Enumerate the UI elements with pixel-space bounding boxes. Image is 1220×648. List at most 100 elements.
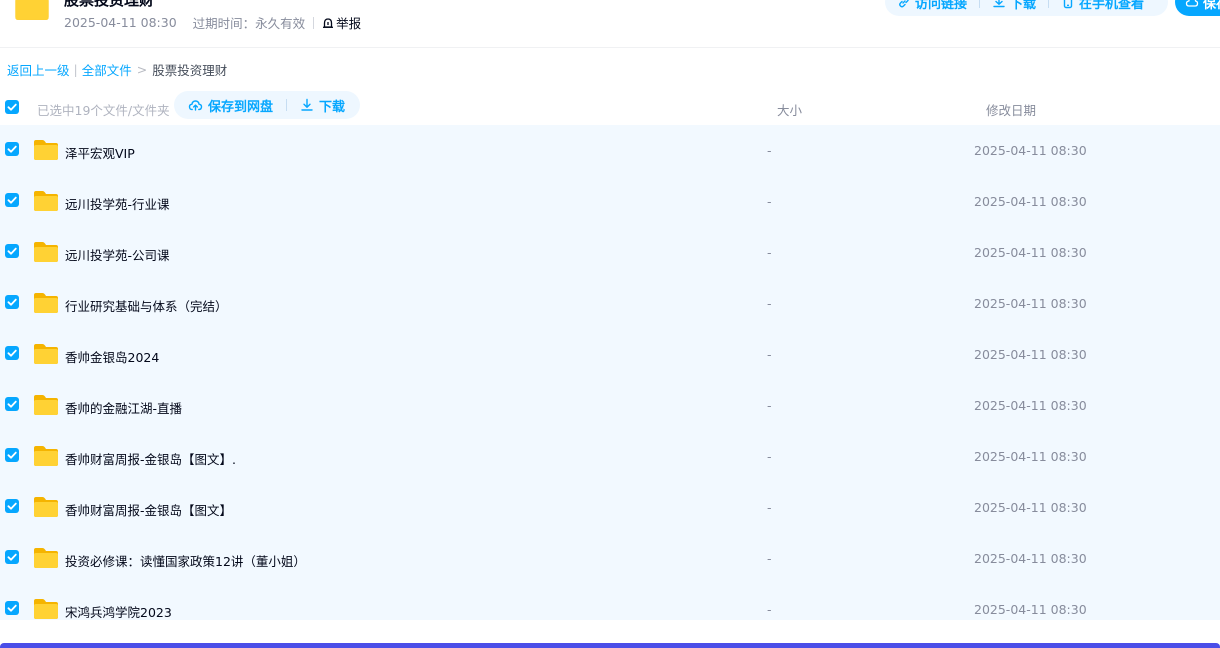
size-column-header[interactable]: 大小 bbox=[777, 100, 802, 119]
row-checkbox[interactable] bbox=[5, 295, 19, 309]
file-row[interactable]: 远川投学苑-公司课 - 2025-04-11 08:30 bbox=[0, 227, 1220, 278]
folder-icon bbox=[33, 241, 59, 263]
file-row[interactable]: 泽平宏观VIP - 2025-04-11 08:30 bbox=[0, 125, 1220, 176]
row-checkbox[interactable] bbox=[5, 448, 19, 462]
chevron-right-icon: > bbox=[136, 62, 148, 77]
cloud-save-icon bbox=[1185, 0, 1199, 7]
folder-icon bbox=[33, 394, 59, 416]
download-icon bbox=[993, 0, 1005, 8]
folder-icon bbox=[33, 190, 59, 212]
file-name[interactable]: 宋鸿兵鸿学院2023 bbox=[65, 602, 172, 620]
row-checkbox[interactable] bbox=[5, 499, 19, 513]
file-date: 2025-04-11 08:30 bbox=[974, 602, 1087, 617]
file-date: 2025-04-11 08:30 bbox=[974, 500, 1087, 515]
file-list: 泽平宏观VIP - 2025-04-11 08:30 远川投学苑-行业课 - 2… bbox=[0, 125, 1220, 620]
save-to-netdisk-label: 保存到网盘 bbox=[208, 99, 274, 115]
divider bbox=[979, 0, 981, 8]
phone-icon bbox=[1063, 0, 1073, 9]
breadcrumb: 返回上一级 | 全部文件 > 股票投资理财 bbox=[7, 60, 227, 79]
divider bbox=[286, 99, 288, 111]
view-on-phone-label: 在手机查看 bbox=[1079, 0, 1145, 12]
file-size: - bbox=[767, 347, 772, 362]
date-column-header[interactable]: 修改日期 bbox=[986, 100, 1036, 119]
check-icon bbox=[5, 550, 19, 564]
file-size: - bbox=[767, 194, 772, 209]
folder-icon bbox=[14, 0, 50, 22]
file-date: 2025-04-11 08:30 bbox=[974, 449, 1087, 464]
row-checkbox[interactable] bbox=[5, 346, 19, 360]
file-row[interactable]: 行业研究基础与体系（完结） - 2025-04-11 08:30 bbox=[0, 278, 1220, 329]
select-all-checkbox[interactable] bbox=[5, 100, 19, 114]
file-row[interactable]: 香帅财富周报-金银岛【图文】. - 2025-04-11 08:30 bbox=[0, 431, 1220, 482]
file-size: - bbox=[767, 245, 772, 260]
file-name[interactable]: 香帅财富周报-金银岛【图文】 bbox=[65, 500, 232, 519]
folder-icon bbox=[33, 343, 59, 365]
visit-link-button[interactable]: 访问链接 bbox=[897, 0, 967, 12]
row-checkbox[interactable] bbox=[5, 244, 19, 258]
file-name[interactable]: 香帅金银岛2024 bbox=[65, 347, 159, 366]
file-row[interactable]: 投资必修课：读懂国家政策12讲（董小姐） - 2025-04-11 08:30 bbox=[0, 533, 1220, 584]
share-actions: 访问链接 下载 在手机查看 bbox=[885, 0, 1168, 16]
view-on-phone-button[interactable]: 在手机查看 bbox=[1061, 0, 1144, 12]
check-icon bbox=[5, 499, 19, 513]
batch-download-label: 下载 bbox=[319, 99, 346, 115]
folder-icon bbox=[33, 547, 59, 569]
divider: | bbox=[73, 62, 78, 77]
file-size: - bbox=[767, 296, 772, 311]
file-row[interactable]: 远川投学苑-行业课 - 2025-04-11 08:30 bbox=[0, 176, 1220, 227]
row-checkbox[interactable] bbox=[5, 397, 19, 411]
file-name[interactable]: 投资必修课：读懂国家政策12讲（董小姐） bbox=[65, 551, 306, 570]
check-icon bbox=[5, 244, 19, 258]
save-to-netdisk-button[interactable]: 保存到网盘 bbox=[188, 96, 273, 115]
folder-icon bbox=[33, 496, 59, 518]
file-row[interactable]: 宋鸿兵鸿学院2023 - 2025-04-11 08:30 bbox=[0, 584, 1220, 620]
file-size: - bbox=[767, 143, 772, 158]
file-date: 2025-04-11 08:30 bbox=[974, 143, 1087, 158]
share-date: 2025-04-11 08:30 bbox=[64, 15, 177, 30]
top-save-label: 保存 bbox=[1203, 0, 1220, 12]
top-save-button[interactable]: 保存 bbox=[1175, 0, 1220, 16]
row-checkbox[interactable] bbox=[5, 601, 19, 615]
row-checkbox[interactable] bbox=[5, 142, 19, 156]
file-name[interactable]: 香帅的金融江湖-直播 bbox=[65, 398, 182, 417]
download-all-button[interactable]: 下载 bbox=[992, 0, 1036, 12]
row-checkbox[interactable] bbox=[5, 193, 19, 207]
check-icon bbox=[5, 448, 19, 462]
file-name[interactable]: 香帅财富周报-金银岛【图文】. bbox=[65, 449, 236, 468]
file-date: 2025-04-11 08:30 bbox=[974, 296, 1087, 311]
file-date: 2025-04-11 08:30 bbox=[974, 398, 1087, 413]
share-header: 股票投资理财 2025-04-11 08:30 过期时间：永久有效 举报 访问链… bbox=[0, 0, 1220, 48]
check-icon bbox=[5, 346, 19, 360]
file-name[interactable]: 远川投学苑-公司课 bbox=[65, 245, 170, 264]
file-size: - bbox=[767, 398, 772, 413]
report-icon bbox=[323, 17, 334, 28]
batch-download-button[interactable]: 下载 bbox=[300, 96, 345, 115]
report-label: 举报 bbox=[336, 16, 362, 31]
file-row[interactable]: 香帅金银岛2024 - 2025-04-11 08:30 bbox=[0, 329, 1220, 380]
file-row[interactable]: 香帅财富周报-金银岛【图文】 - 2025-04-11 08:30 bbox=[0, 482, 1220, 533]
cloud-upload-icon bbox=[188, 100, 203, 111]
file-name[interactable]: 远川投学苑-行业课 bbox=[65, 194, 170, 213]
file-name[interactable]: 泽平宏观VIP bbox=[65, 143, 135, 162]
back-link[interactable]: 返回上一级 bbox=[7, 60, 70, 79]
file-name[interactable]: 行业研究基础与体系（完结） bbox=[65, 296, 228, 315]
file-row[interactable]: 香帅的金融江湖-直播 - 2025-04-11 08:30 bbox=[0, 380, 1220, 431]
folder-icon bbox=[33, 445, 59, 467]
check-icon bbox=[5, 397, 19, 411]
check-icon bbox=[5, 193, 19, 207]
check-icon bbox=[5, 142, 19, 156]
file-size: - bbox=[767, 551, 772, 566]
file-size: - bbox=[767, 602, 772, 617]
check-icon bbox=[5, 295, 19, 309]
expire-text: 过期时间：永久有效 bbox=[192, 16, 306, 31]
file-date: 2025-04-11 08:30 bbox=[974, 245, 1087, 260]
file-size: - bbox=[767, 449, 772, 464]
report-button[interactable]: 举报 bbox=[322, 13, 361, 32]
visit-link-label: 访问链接 bbox=[915, 0, 968, 12]
row-checkbox[interactable] bbox=[5, 550, 19, 564]
selected-count: 已选中19个文件/文件夹 bbox=[37, 103, 170, 118]
file-date: 2025-04-11 08:30 bbox=[974, 551, 1087, 566]
bottom-bar bbox=[0, 643, 1220, 648]
all-files-link[interactable]: 全部文件 bbox=[82, 60, 132, 79]
current-folder: 股票投资理财 bbox=[152, 63, 228, 78]
